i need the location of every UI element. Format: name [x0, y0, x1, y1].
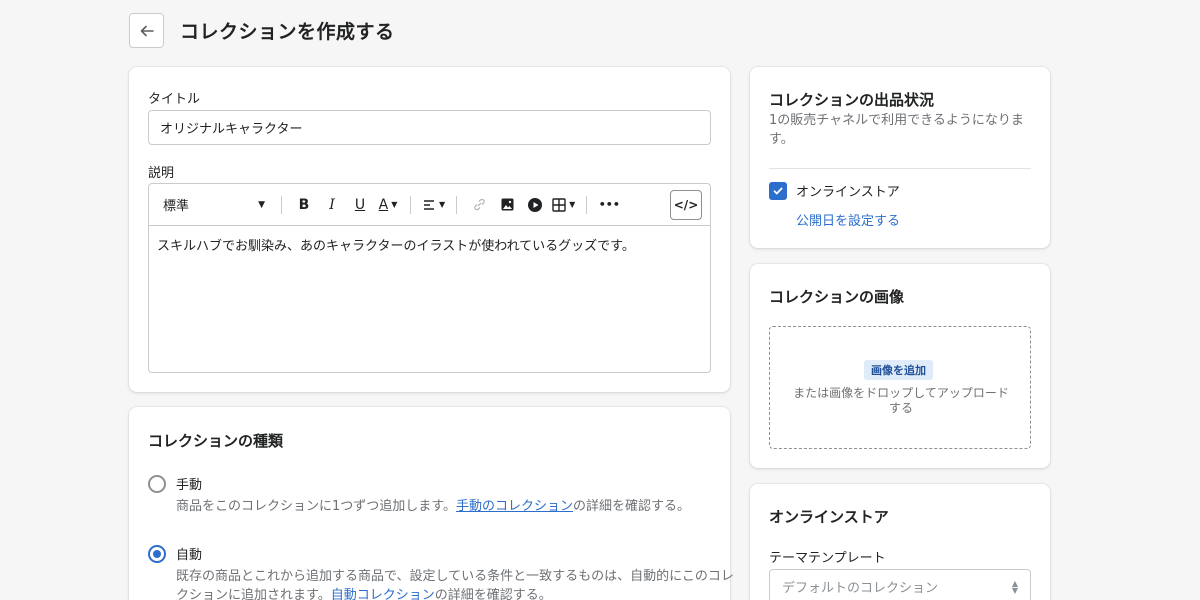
- italic-button[interactable]: I: [321, 191, 343, 219]
- radio-automated[interactable]: 自動: [148, 544, 202, 563]
- format-select[interactable]: 標準 ▼: [163, 195, 273, 214]
- radio-button-manual[interactable]: [148, 474, 166, 493]
- radio-automated-help: 既存の商品とこれから追加する商品で、設定している条件と一致するものは、自動的にこ…: [176, 567, 736, 600]
- title-input[interactable]: [148, 110, 711, 145]
- template-select[interactable]: デフォルトのコレクション ▲ ▼: [769, 569, 1031, 600]
- divider: [769, 168, 1031, 169]
- availability-subtext: 1の販売チャネルで利用できるようになります。: [769, 113, 1024, 147]
- collection-type-card: コレクションの種類 手動 商品をこのコレクションに1つずつ追加します。手動のコレ…: [129, 407, 734, 600]
- collection-details-card: タイトル 説明 標準 ▼ B I U A▼ ▼: [129, 67, 730, 392]
- manual-help-text: 商品をこのコレクションに1つずつ追加します。: [176, 499, 456, 514]
- play-circle-icon: [528, 197, 543, 212]
- schedule-availability-link[interactable]: 公開日を設定する: [796, 210, 900, 229]
- insert-video-button[interactable]: [524, 191, 546, 219]
- title-label: タイトル: [148, 92, 201, 107]
- collection-type-heading: コレクションの種類: [148, 432, 284, 450]
- availability-card: コレクションの出品状況 1の販売チャネルで利用できるようになります。 オンライン…: [750, 67, 1050, 248]
- online-store-card: オンラインストア テーマテンプレート デフォルトのコレクション ▲ ▼: [750, 484, 1050, 600]
- manual-help-suffix: の詳細を確認する。: [573, 499, 691, 514]
- editor-toolbar: 標準 ▼ B I U A ▼ ▼ ▼ ••• </>: [149, 184, 710, 226]
- collection-image-card: コレクションの画像 画像を追加 または画像をドロップしてアップロードする: [750, 264, 1050, 468]
- automated-help-suffix: の詳細を確認する。: [434, 588, 552, 600]
- page-title: コレクションを作成する: [180, 21, 395, 43]
- drop-hint: または画像をドロップしてアップロードする: [793, 386, 1009, 415]
- insert-image-button[interactable]: [496, 191, 518, 219]
- page-header: コレクションを作成する: [129, 13, 395, 48]
- collection-image-heading: コレクションの画像: [769, 288, 905, 306]
- align-left-icon: [424, 199, 434, 210]
- template-select-value: デフォルトのコレクション: [782, 581, 939, 596]
- table-icon: [552, 197, 566, 212]
- availability-heading: コレクションの出品状況: [769, 91, 935, 109]
- link-button[interactable]: [468, 191, 490, 219]
- online-store-channel[interactable]: オンラインストア: [769, 181, 900, 200]
- online-store-checkbox[interactable]: [769, 181, 787, 200]
- checkmark-icon: [773, 187, 783, 194]
- underline-button[interactable]: U: [349, 191, 371, 219]
- image-icon: [501, 198, 514, 211]
- description-label: 説明: [148, 166, 175, 181]
- toolbar-divider: [410, 195, 411, 214]
- manual-collection-link[interactable]: 手動のコレクション: [456, 499, 573, 514]
- show-html-button[interactable]: </>: [670, 190, 702, 220]
- bold-button[interactable]: B: [293, 191, 315, 219]
- text-color-icon: A: [378, 196, 389, 213]
- caret-down-icon: ▼: [391, 200, 398, 209]
- radio-manual[interactable]: 手動: [148, 474, 202, 493]
- format-select-label: 標準: [163, 199, 190, 214]
- arrow-left-icon: [140, 25, 154, 36]
- link-icon: [473, 198, 485, 211]
- online-store-heading: オンラインストア: [769, 508, 889, 526]
- radio-button-automated[interactable]: [148, 544, 166, 563]
- back-button[interactable]: [129, 13, 164, 48]
- caret-down-icon: ▼: [258, 199, 265, 210]
- radio-manual-help: 商品をこのコレクションに1つずつ追加します。手動のコレクションの詳細を確認する。: [176, 497, 716, 516]
- radio-automated-label: 自動: [176, 548, 203, 563]
- description-editor: 標準 ▼ B I U A ▼ ▼ ▼ ••• </> スキルハブでお馴染み、あの…: [148, 183, 711, 373]
- text-color-button[interactable]: A ▼: [377, 191, 399, 219]
- image-dropzone[interactable]: 画像を追加 または画像をドロップしてアップロードする: [769, 326, 1031, 449]
- add-image-button[interactable]: 画像を追加: [864, 360, 933, 380]
- caret-down-icon: ▼: [569, 200, 576, 209]
- select-arrows-icon: ▲ ▼: [1011, 578, 1018, 595]
- toolbar-divider: [586, 195, 588, 214]
- caret-down-icon: ▼: [439, 200, 446, 209]
- align-button[interactable]: ▼: [422, 191, 445, 219]
- online-store-channel-label: オンラインストア: [796, 185, 900, 200]
- automated-collection-link[interactable]: 自動コレクション: [331, 588, 435, 600]
- radio-manual-label: 手動: [176, 478, 203, 493]
- insert-table-button[interactable]: ▼: [552, 191, 575, 219]
- toolbar-divider: [456, 195, 458, 214]
- toolbar-divider: [281, 195, 282, 214]
- template-label: テーマテンプレート: [769, 551, 886, 566]
- more-options-button[interactable]: •••: [598, 191, 620, 219]
- description-body[interactable]: スキルハブでお馴染み、あのキャラクターのイラストが使われているグッズです。: [149, 226, 710, 263]
- italic-icon: I: [329, 196, 335, 213]
